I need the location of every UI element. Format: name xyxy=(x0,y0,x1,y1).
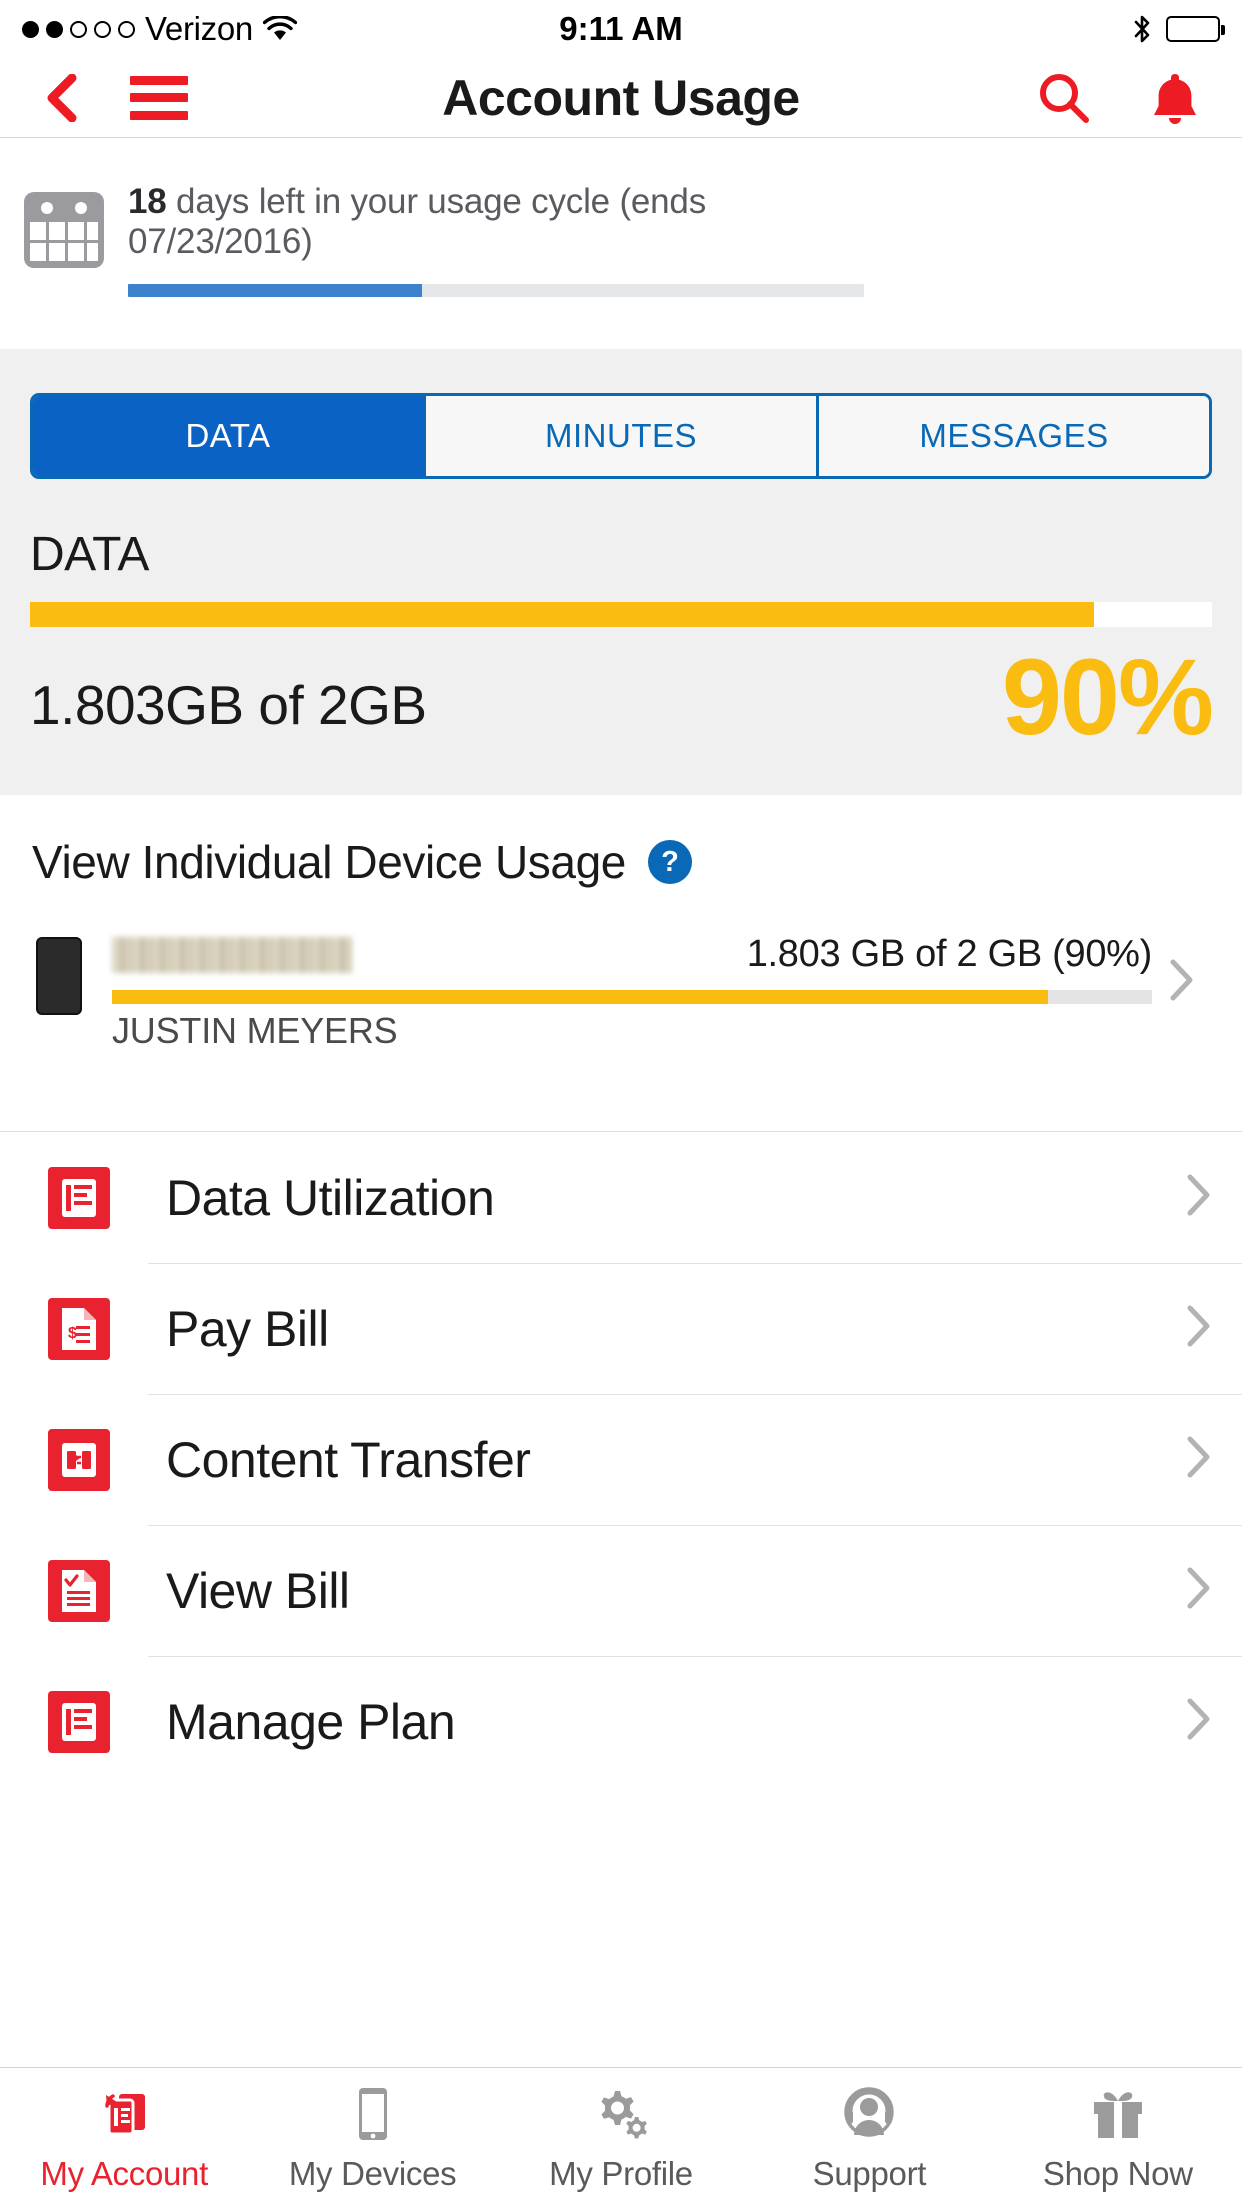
nav-left-group xyxy=(44,73,188,122)
device-usage-value: 1.803 GB of 2 GB (90%) xyxy=(746,933,1153,975)
usage-cycle-progress-track xyxy=(128,284,864,297)
device-owner-name: JUSTIN MEYERS xyxy=(112,1010,398,1051)
chevron-right-icon xyxy=(1186,1174,1212,1221)
device-usage-row[interactable]: 1.803 GB of 2 GB (90%) JUSTIN MEYERS xyxy=(0,933,1242,1053)
days-left-suffix: days left in your usage cycle (ends 07/2… xyxy=(128,182,707,261)
tab-my-account[interactable]: My Account xyxy=(0,2068,248,2208)
tab-label: My Account xyxy=(40,2155,208,2192)
manage-plan-icon xyxy=(48,1690,110,1753)
tab-minutes[interactable]: MINUTES xyxy=(423,396,816,476)
signal-strength-icon xyxy=(22,20,135,38)
chevron-right-icon xyxy=(1186,1698,1212,1745)
menu-item-view-bill[interactable]: View Bill xyxy=(0,1525,1242,1656)
menu-item-label: Content Transfer xyxy=(166,1431,531,1488)
usage-cycle-body: 18 days left in your usage cycle (ends 0… xyxy=(128,182,1242,297)
menu-item-label: Data Utilization xyxy=(166,1169,495,1226)
menu-item-manage-plan[interactable]: Manage Plan xyxy=(0,1656,1242,1787)
wifi-icon xyxy=(262,15,298,42)
status-bar-left: Verizon xyxy=(22,10,298,48)
menu-item-content-transfer[interactable]: Content Transfer xyxy=(0,1394,1242,1525)
tab-label: My Devices xyxy=(288,2155,457,2192)
usage-tab-group: DATA MINUTES MESSAGES xyxy=(30,393,1212,479)
tab-messages[interactable]: MESSAGES xyxy=(816,396,1209,476)
menu-item-label: Manage Plan xyxy=(166,1693,456,1750)
back-chevron-icon[interactable] xyxy=(44,73,78,122)
individual-device-usage-section: View Individual Device Usage ? 1.803 GB … xyxy=(0,795,1242,1132)
pay-bill-icon: $ xyxy=(48,1297,110,1360)
tab-label: Support xyxy=(812,2155,927,2192)
chevron-right-icon xyxy=(1186,1305,1212,1352)
navigation-bar: Account Usage xyxy=(0,58,1242,138)
calendar-icon xyxy=(21,186,107,272)
my-account-icon xyxy=(93,2083,155,2145)
days-left-count: 18 xyxy=(128,182,167,221)
usage-cycle-progress-fill xyxy=(128,284,423,297)
hamburger-menu-icon[interactable] xyxy=(130,75,188,120)
usage-panel: DATA MINUTES MESSAGES DATA 1.803GB of 2G… xyxy=(0,349,1242,795)
my-devices-icon xyxy=(353,2083,393,2145)
support-headset-icon xyxy=(840,2083,898,2145)
menu-item-data-utilization[interactable]: Data Utilization xyxy=(0,1132,1242,1263)
phone-thumbnail-icon xyxy=(36,937,82,1015)
calendar-icon-wrapper xyxy=(0,182,128,272)
data-usage-summary: 1.803GB of 2GB 90% xyxy=(30,636,1214,757)
content-transfer-icon xyxy=(48,1428,110,1491)
tab-label: My Profile xyxy=(549,2155,693,2192)
data-utilization-icon xyxy=(48,1166,110,1229)
tab-my-profile[interactable]: My Profile xyxy=(497,2068,745,2208)
data-usage-amount: 1.803GB of 2GB xyxy=(30,674,427,736)
bluetooth-icon xyxy=(1132,14,1152,44)
account-menu-list: Data Utilization $ Pay Bill Content Tran… xyxy=(0,1132,1242,1787)
bell-icon[interactable] xyxy=(1152,71,1198,125)
view-bill-icon xyxy=(48,1559,110,1622)
device-usage-title: View Individual Device Usage xyxy=(32,836,626,888)
carrier-name: Verizon xyxy=(145,10,253,47)
data-usage-percent: 90% xyxy=(1001,636,1214,757)
tab-label: Shop Now xyxy=(1042,2155,1193,2192)
battery-icon xyxy=(1166,16,1225,42)
chevron-right-icon xyxy=(1186,1436,1212,1483)
status-bar-right xyxy=(1132,14,1225,44)
device-usage-top: 1.803 GB of 2 GB (90%) xyxy=(112,933,1152,976)
usage-cycle-section: 18 days left in your usage cycle (ends 0… xyxy=(0,138,1242,349)
device-name-masked xyxy=(112,936,352,973)
device-usage-progress-fill xyxy=(112,990,1048,1004)
shop-now-gift-icon xyxy=(1089,2083,1147,2145)
tab-my-devices[interactable]: My Devices xyxy=(248,2068,496,2208)
svg-text:$: $ xyxy=(68,1325,77,1342)
my-profile-gear-icon xyxy=(591,2083,651,2145)
search-icon[interactable] xyxy=(1038,72,1090,124)
menu-item-label: View Bill xyxy=(166,1562,350,1619)
help-question-icon[interactable]: ? xyxy=(647,840,692,884)
device-usage-header: View Individual Device Usage ? xyxy=(0,835,1242,889)
device-usage-progress-track xyxy=(112,990,1152,1004)
tab-support[interactable]: Support xyxy=(745,2068,993,2208)
menu-item-label: Pay Bill xyxy=(166,1300,329,1357)
usage-section-label: DATA xyxy=(30,528,149,581)
nav-right-group xyxy=(1038,71,1198,125)
chevron-right-icon[interactable] xyxy=(1152,933,1212,1001)
device-usage-info: 1.803 GB of 2 GB (90%) JUSTIN MEYERS xyxy=(112,933,1152,1052)
usage-cycle-text: 18 days left in your usage cycle (ends 0… xyxy=(128,182,864,262)
data-usage-progress-track xyxy=(30,602,1212,627)
status-bar: Verizon 9:11 AM xyxy=(0,0,1242,58)
bottom-tab-bar: My Account My Devices My Profile Support… xyxy=(0,2067,1242,2208)
tab-shop-now[interactable]: Shop Now xyxy=(994,2068,1242,2208)
chevron-right-icon xyxy=(1186,1567,1212,1614)
tab-data[interactable]: DATA xyxy=(33,396,423,476)
menu-item-pay-bill[interactable]: $ Pay Bill xyxy=(0,1263,1242,1394)
data-usage-progress-fill xyxy=(30,602,1094,627)
